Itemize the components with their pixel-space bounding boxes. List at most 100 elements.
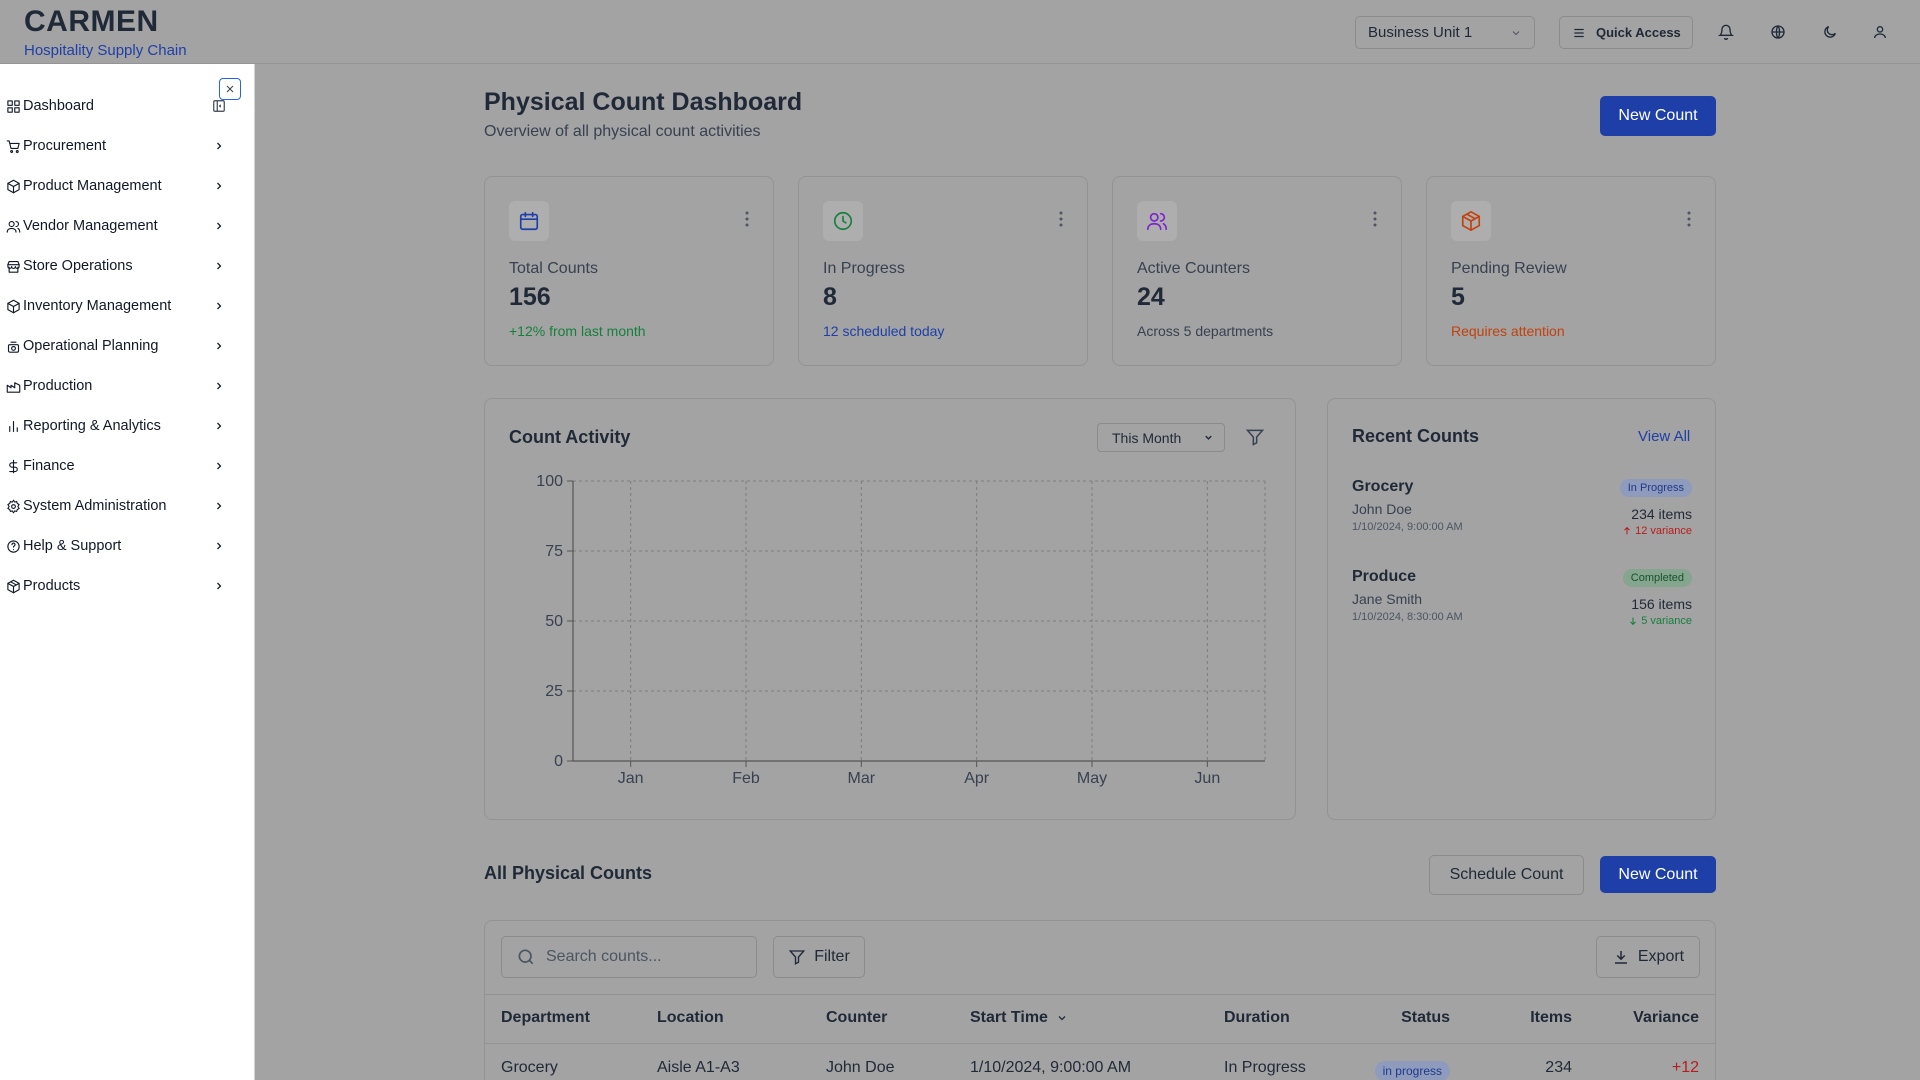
chevron-right-icon <box>212 140 226 152</box>
menu-icon <box>1574 28 1584 37</box>
box-icon-wrap <box>4 579 22 594</box>
sidebar-item-production[interactable]: Production <box>4 374 226 398</box>
sidebar-item-store-operations[interactable]: Store Operations <box>4 254 226 278</box>
package-icon-wrap <box>4 299 22 314</box>
grid-icon <box>6 99 20 113</box>
business-unit-select[interactable]: Business Unit 1 <box>1355 16 1535 49</box>
more-options-button[interactable] <box>745 211 749 232</box>
chart-filter-button[interactable] <box>1245 427 1265 452</box>
box-icon <box>1461 211 1481 231</box>
sidebar-item-help-support[interactable]: Help & Support <box>4 534 226 558</box>
search-input[interactable] <box>546 948 736 966</box>
cell-department: Grocery <box>501 1059 558 1076</box>
column-header-duration[interactable]: Duration <box>1224 1009 1290 1027</box>
column-header-label: Items <box>1530 1009 1572 1026</box>
stat-card-in-progress: In Progress 8 12 scheduled today <box>798 176 1088 366</box>
cart-icon-wrap <box>4 139 22 154</box>
language-button[interactable] <box>1766 20 1790 44</box>
recent-count-time: 1/10/2024, 8:30:00 AM <box>1352 611 1463 623</box>
export-label: Export <box>1637 948 1685 965</box>
column-header-items[interactable]: Items <box>1530 1009 1572 1027</box>
sidebar-item-finance[interactable]: Finance <box>4 454 226 478</box>
package-icon <box>6 179 20 193</box>
stat-card-total-counts: Total Counts 156 +12% from last month <box>484 176 774 366</box>
package-icon-wrap <box>4 179 22 194</box>
column-header-start-time[interactable]: Start Time <box>970 1009 1068 1027</box>
cart-icon <box>6 139 20 153</box>
column-header-label: Duration <box>1224 1009 1290 1026</box>
chevron-right-icon <box>212 540 226 552</box>
page-subtitle: Overview of all physical count activitie… <box>484 123 761 140</box>
sidebar-item-operational-planning[interactable]: Operational Planning <box>4 334 226 358</box>
bar-chart-icon <box>8 420 18 432</box>
column-header-variance[interactable]: Variance <box>1633 1009 1699 1027</box>
x-tick-label: Feb <box>732 770 760 787</box>
x-tick-label: May <box>1077 770 1107 787</box>
kebab-icon <box>1687 211 1691 227</box>
users-icon-wrap <box>4 219 22 234</box>
sidebar-item-system-administration[interactable]: System Administration <box>4 494 226 518</box>
view-all-link[interactable]: View All <box>1638 428 1690 445</box>
count-activity-chart: Jan Feb Mar Apr May Jun 0 25 50 75 100 <box>536 473 1266 787</box>
filter-label: Filter <box>814 948 850 965</box>
stat-card-active-counters: Active Counters 24 Across 5 departments <box>1112 176 1402 366</box>
package-icon <box>6 299 20 313</box>
user-menu-button[interactable] <box>1868 20 1892 44</box>
recent-count-item[interactable]: Grocery John Doe 1/10/2024, 9:00:00 AM In P… <box>1352 478 1692 548</box>
filter-icon <box>1245 429 1265 446</box>
new-count-button-secondary[interactable]: New Count <box>1600 856 1716 893</box>
sidebar-item-label: Procurement <box>23 138 107 154</box>
sidebar-item-products[interactable]: Products <box>4 574 226 598</box>
sidebar-item-label: Reporting & Analytics <box>23 418 161 434</box>
sidebar-item-product-management[interactable]: Product Management <box>4 174 226 198</box>
chevron-right-icon <box>212 260 226 272</box>
grid-icon-wrap <box>4 99 22 114</box>
column-header-department[interactable]: Department <box>501 1009 590 1027</box>
search-box[interactable] <box>501 936 757 978</box>
more-options-button[interactable] <box>1059 211 1063 232</box>
sidebar-item-vendor-management[interactable]: Vendor Management <box>4 214 226 238</box>
column-header-location[interactable]: Location <box>657 1009 724 1027</box>
page-title: Physical Count Dashboard <box>484 88 803 116</box>
sidebar-item-label: Product Management <box>23 178 162 194</box>
stat-value: 24 <box>1137 283 1165 311</box>
filter-button[interactable]: Filter <box>773 936 865 978</box>
sidebar-item-procurement[interactable]: Procurement <box>4 134 226 158</box>
more-options-button[interactable] <box>1373 211 1377 232</box>
sidebar-item-inventory-management[interactable]: Inventory Management <box>4 294 226 318</box>
brand-subtitle: Hospitality Supply Chain <box>24 42 187 59</box>
notifications-button[interactable] <box>1714 20 1738 44</box>
x-tick-label: Mar <box>848 770 876 787</box>
user-icon <box>1874 26 1886 39</box>
theme-toggle-button[interactable] <box>1818 20 1842 44</box>
download-icon <box>1614 951 1627 964</box>
business-unit-value: Business Unit 1 <box>1368 24 1473 41</box>
sidebar-toggle-icon[interactable] <box>212 99 226 113</box>
export-button[interactable]: Export <box>1596 936 1700 978</box>
more-options-button[interactable] <box>1687 211 1691 232</box>
schedule-count-button[interactable]: Schedule Count <box>1429 855 1584 895</box>
globe-icon <box>1771 25 1785 39</box>
bell-icon <box>1718 24 1734 40</box>
y-tick-label: 100 <box>536 473 563 490</box>
new-count-button[interactable]: New Count <box>1600 96 1716 136</box>
column-header-counter[interactable]: Counter <box>826 1009 887 1027</box>
sidebar-item-label: Store Operations <box>23 258 133 274</box>
chevron-right-icon <box>212 300 226 312</box>
sidebar-item-label: Operational Planning <box>23 338 159 354</box>
factory-icon <box>6 381 20 393</box>
recent-count-item[interactable]: Produce Jane Smith 1/10/2024, 8:30:00 AM Co… <box>1352 568 1692 638</box>
cell-duration: In Progress <box>1224 1059 1306 1076</box>
brand[interactable]: CARMEN Hospitality Supply Chain <box>24 6 187 60</box>
table-header-divider <box>485 1043 1715 1044</box>
quick-access-button[interactable]: Quick Access <box>1559 16 1693 49</box>
column-header-label: Start Time <box>970 1009 1048 1026</box>
sidebar-item-dashboard[interactable]: Dashboard <box>4 94 226 118</box>
recent-count-department: Produce <box>1352 568 1417 585</box>
sidebar-item-reporting-analytics[interactable]: Reporting & Analytics <box>4 414 226 438</box>
sidebar-item-label: Dashboard <box>23 98 94 114</box>
column-header-status[interactable]: Status <box>1401 1009 1450 1027</box>
stat-card-pending-review: Pending Review 5 Requires attention <box>1426 176 1716 366</box>
period-select[interactable]: This Month <box>1097 423 1225 452</box>
stat-foot: +12% from last month <box>509 323 646 339</box>
